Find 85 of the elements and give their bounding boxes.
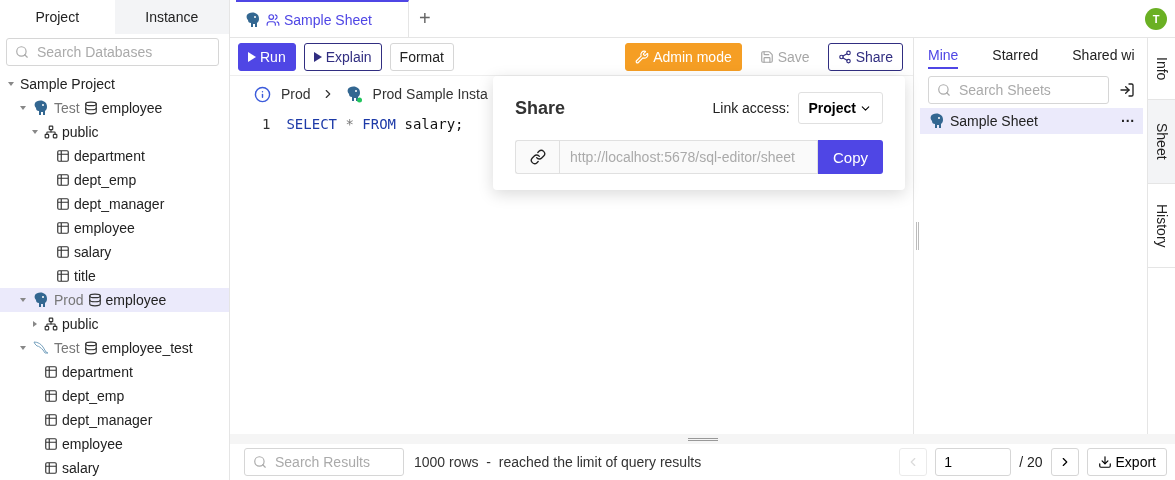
database-icon: [83, 101, 98, 115]
schema-icon: [44, 317, 58, 331]
tree-item-label[interactable]: dept_emp: [74, 172, 137, 188]
database-icon: [83, 341, 98, 355]
table-icon: [56, 221, 70, 235]
tree-item-label[interactable]: employee: [105, 292, 167, 308]
tree-item-label[interactable]: employee: [74, 220, 135, 236]
table-icon: [56, 149, 70, 163]
selected-tree-row[interactable]: Prod employee: [0, 288, 229, 312]
sheet-item[interactable]: Sample Sheet ···: [920, 108, 1143, 134]
tree-item-label[interactable]: department: [62, 364, 133, 380]
elephant-icon: [32, 99, 50, 117]
tree-item-label[interactable]: department: [74, 148, 145, 164]
side-tab[interactable]: Sheet: [1148, 100, 1175, 184]
table-icon: [44, 461, 58, 475]
search-field[interactable]: Search Databases: [6, 38, 219, 66]
download-icon: [1097, 455, 1112, 469]
environment-label: Prod: [54, 292, 84, 308]
save-icon: [759, 49, 774, 64]
link-access-label: Link access:: [712, 100, 790, 116]
more-menu[interactable]: ···: [1121, 113, 1135, 129]
import-icon[interactable]: [1119, 82, 1135, 98]
tree-item-label[interactable]: salary: [62, 460, 100, 476]
table-icon: [44, 365, 58, 379]
add-tab-button[interactable]: +: [409, 0, 441, 37]
copy-button[interactable]: Copy: [817, 140, 883, 174]
tree-item-label[interactable]: dept_manager: [62, 412, 153, 428]
search-icon: [937, 83, 951, 97]
tree-item-label[interactable]: title: [74, 268, 96, 284]
result-summary: 1000 rows - reached the limit of query results: [414, 454, 702, 470]
tree-item-label[interactable]: Sample Project: [20, 76, 115, 92]
elephant-icon: [244, 10, 262, 29]
share-icon: [837, 49, 852, 64]
table-icon: [44, 413, 58, 427]
page-total: / 20: [1019, 454, 1043, 470]
toolbar-button[interactable]: Share: [827, 42, 903, 71]
table-icon: [44, 389, 58, 403]
environment-name: Prod: [281, 86, 311, 102]
popover-title: Share: [515, 97, 566, 119]
toolbar-button[interactable]: Explain: [303, 42, 382, 71]
instance-name: Prod Sample Insta: [372, 86, 488, 102]
environment-label: Test: [54, 100, 80, 116]
search-icon: [253, 455, 267, 469]
table-icon: [56, 197, 70, 211]
table-icon: [56, 245, 70, 259]
code-line: SELECT * FROM salary;: [286, 116, 464, 132]
link-icon: [529, 149, 546, 165]
elephant-icon: [32, 291, 50, 309]
resize-handle[interactable]: [687, 437, 718, 441]
schema-icon: [44, 125, 58, 139]
dolphin-icon: [32, 339, 50, 357]
sheets-tab[interactable]: Starred: [992, 41, 1039, 69]
tree-item-label[interactable]: public: [62, 316, 99, 332]
elephant-icon: [928, 112, 946, 130]
access-select[interactable]: Project: [797, 92, 883, 124]
tree-item-label[interactable]: employee: [62, 436, 123, 452]
line-number: 1: [262, 116, 271, 132]
sheets-tab[interactable]: Shared wi: [1072, 41, 1135, 69]
sheets-tab[interactable]: Mine: [928, 41, 959, 69]
tree-item-label[interactable]: public: [62, 124, 99, 140]
table-icon: [56, 269, 70, 283]
export-button[interactable]: Export: [1086, 448, 1167, 476]
info-icon: [254, 85, 271, 103]
play-icon: [313, 51, 322, 62]
database-icon: [87, 293, 102, 307]
users-icon: [266, 12, 280, 27]
search-field[interactable]: Search Results: [244, 448, 404, 476]
tree-item-label[interactable]: employee: [101, 100, 163, 116]
resize-handle[interactable]: [915, 222, 919, 250]
wrench-icon: [635, 49, 650, 64]
table-icon: [44, 437, 58, 451]
tree-item-label[interactable]: dept_emp: [62, 388, 125, 404]
toolbar-button[interactable]: Run: [238, 42, 296, 71]
tree-item-label[interactable]: dept_manager: [74, 196, 165, 212]
search-icon: [15, 45, 29, 59]
toolbar-button[interactable]: Format: [389, 42, 454, 71]
search-field[interactable]: Search Sheets: [928, 76, 1109, 104]
tree-item-label[interactable]: employee_test: [101, 340, 193, 356]
sidebar-tab[interactable]: Project: [0, 0, 115, 34]
table-icon: [56, 173, 70, 187]
play-icon: [248, 51, 256, 62]
sheet-tab[interactable]: Sample Sheet: [236, 0, 409, 37]
page-field[interactable]: 1: [935, 448, 1012, 476]
environment-label: Test: [54, 340, 80, 356]
tree-item-label[interactable]: salary: [74, 244, 112, 260]
